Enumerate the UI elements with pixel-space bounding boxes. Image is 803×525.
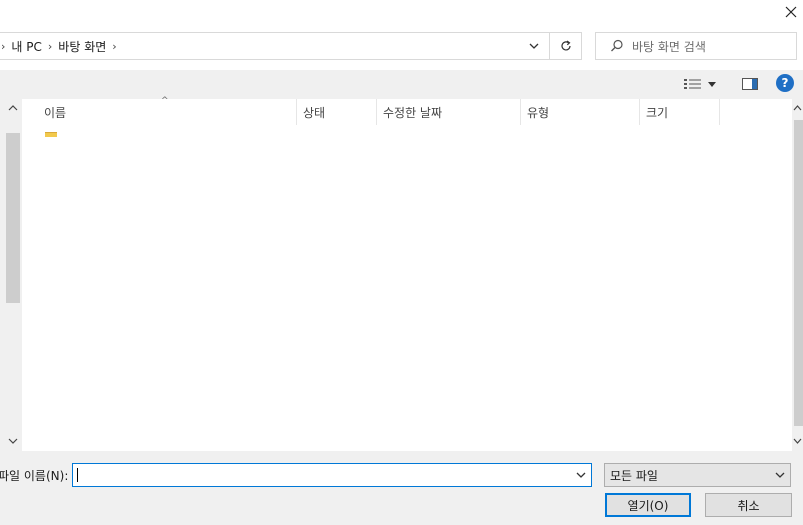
breadcrumb-item-my-pc[interactable]: 내 PC	[11, 38, 41, 55]
chevron-down-icon	[529, 43, 539, 49]
column-header-size[interactable]: 크기	[640, 99, 720, 125]
navigation-scrollbar-thumb[interactable]	[6, 133, 20, 303]
text-caret	[77, 468, 78, 482]
chevron-down-icon[interactable]	[793, 437, 802, 445]
chevron-up-icon[interactable]	[793, 104, 802, 112]
breadcrumb-separator[interactable]: ›	[48, 40, 52, 53]
view-details-icon	[684, 79, 701, 89]
chevron-down-icon[interactable]	[8, 437, 18, 445]
file-type-value: 모든 파일	[610, 468, 658, 483]
change-view-button[interactable]	[684, 74, 724, 94]
open-button[interactable]: 열기(O)	[605, 493, 691, 517]
preview-pane-button[interactable]	[740, 75, 760, 93]
file-type-dropdown-button[interactable]	[772, 464, 788, 486]
file-name-input[interactable]	[72, 463, 592, 487]
chevron-up-icon[interactable]	[8, 104, 18, 112]
search-box[interactable]: 바탕 화면 검색	[595, 32, 797, 60]
breadcrumb-item-desktop[interactable]: 바탕 화면	[58, 38, 106, 55]
close-button[interactable]	[780, 2, 802, 22]
file-list-scrollbar-thumb[interactable]	[794, 120, 803, 426]
breadcrumb-separator[interactable]: ›	[112, 40, 116, 53]
breadcrumb-separator[interactable]: ›	[1, 40, 5, 53]
column-header-date-modified[interactable]: 수정한 날짜	[377, 99, 521, 125]
file-name-dropdown-button[interactable]	[573, 464, 589, 486]
help-button[interactable]: ?	[776, 74, 794, 92]
file-list[interactable]	[22, 99, 792, 451]
preview-pane-icon	[742, 78, 758, 90]
column-header-row: 이름 상태 수정한 날짜 유형 크기	[22, 99, 792, 125]
column-header-type[interactable]: 유형	[521, 99, 640, 125]
breadcrumb: › 내 PC › 바탕 화면 ›	[0, 33, 117, 59]
folder-icon	[45, 132, 57, 137]
chevron-down-icon	[576, 472, 586, 478]
address-bar[interactable]: › 내 PC › 바탕 화면 ›	[0, 32, 550, 60]
sort-ascending-icon: ^	[161, 96, 169, 106]
column-header-status[interactable]: 상태	[297, 99, 377, 125]
file-type-select[interactable]: 모든 파일	[604, 463, 791, 487]
search-icon	[611, 39, 623, 52]
cancel-button[interactable]: 취소	[705, 493, 792, 517]
refresh-button[interactable]	[550, 32, 582, 60]
caret-down-icon	[708, 81, 716, 87]
command-bar	[0, 70, 803, 99]
chevron-down-icon	[775, 472, 785, 478]
refresh-icon	[560, 40, 571, 51]
search-placeholder[interactable]: 바탕 화면 검색	[632, 38, 706, 55]
address-history-button[interactable]	[519, 33, 549, 59]
file-name-label: 파일 이름(N):	[0, 469, 69, 483]
close-icon	[785, 6, 797, 18]
